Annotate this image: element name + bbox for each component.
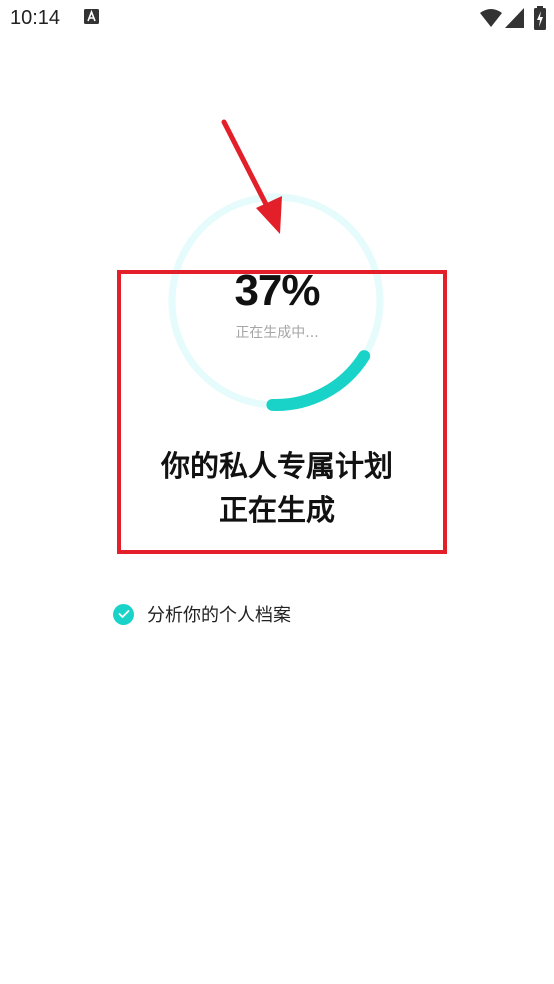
- annotation-arrow: [221, 119, 282, 234]
- checkmark-icon: [113, 603, 134, 625]
- wifi-icon: [480, 9, 502, 27]
- a-notification-icon: [84, 9, 99, 24]
- signal-icon: [505, 8, 524, 28]
- checklist-item: 分析你的个人档案: [113, 601, 291, 627]
- battery-charging-icon: [534, 6, 546, 30]
- status-time: 10:14: [10, 7, 61, 29]
- status-bar: 10:14: [0, 0, 554, 38]
- annotation-highlight-box: [117, 270, 447, 554]
- screen: 10:14 37% 正在生成中... 你的私人专属计划 正在生成 分析你的个人档…: [0, 0, 554, 984]
- checklist-item-label: 分析你的个人档案: [147, 605, 291, 626]
